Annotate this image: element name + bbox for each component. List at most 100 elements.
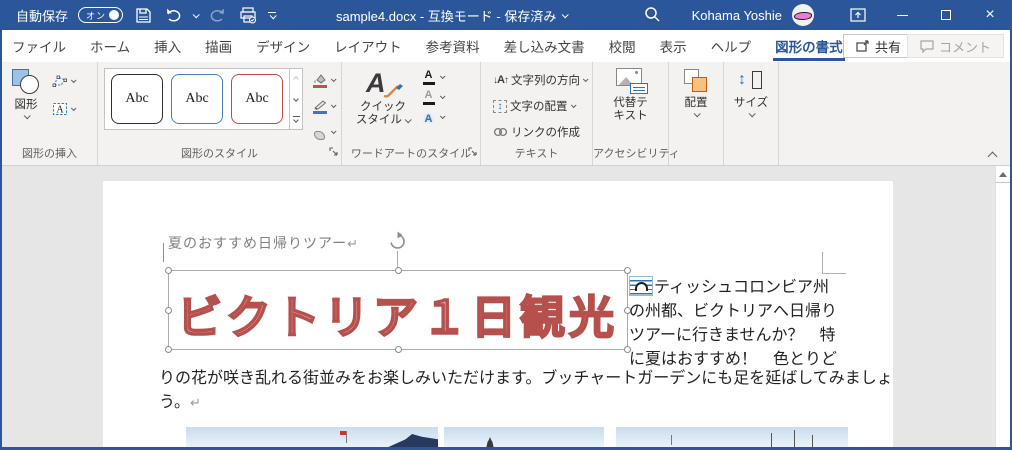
- building-detail: [384, 434, 438, 447]
- resize-handle-sw[interactable]: [165, 346, 172, 353]
- toggle-knob-icon: [109, 10, 120, 20]
- gallery-down-icon[interactable]: [290, 89, 302, 109]
- tab-draw[interactable]: 描画: [193, 30, 244, 62]
- flag-detail: [340, 431, 346, 435]
- wrap-line-3: ツアーに行きませんか？ 特: [629, 327, 836, 344]
- inline-picture-icon[interactable]: [629, 276, 653, 296]
- ribbon-tab-row: ファイル ホーム 挿入 描画 デザイン レイアウト 参考資料 差し込み文書 校閲…: [0, 30, 1012, 62]
- draw-text-box-button[interactable]: A: [50, 98, 77, 120]
- ribbon-display-options-icon[interactable]: [836, 0, 880, 30]
- title-bar: 自動保存 オン sample4.docx - 互換モード - 保存済み Koha…: [0, 0, 1012, 30]
- save-icon[interactable]: [133, 5, 153, 25]
- tab-layout[interactable]: レイアウト: [322, 30, 414, 62]
- group-wordart-styles: A クイック スタイル A A A ワードアートのスタイル: [342, 62, 481, 165]
- window-border-left: [0, 30, 2, 450]
- photo-victoria-3[interactable]: [616, 427, 848, 447]
- create-link-label: リンクの作成: [511, 127, 580, 139]
- ribbon: 図形 A 図形の挿入 Abc Abc Abc 図形のスタイル A クイック スタ…: [2, 62, 1010, 166]
- shape-style-red[interactable]: Abc: [231, 74, 283, 124]
- close-button[interactable]: ×: [968, 0, 1012, 30]
- shape-effects-button[interactable]: [309, 121, 337, 143]
- shape-style-gallery: Abc Abc Abc: [104, 68, 303, 130]
- text-fill-button[interactable]: A: [420, 68, 446, 86]
- alt-text-label: 代替テキスト: [613, 97, 648, 122]
- full-line-1: りの花が咲き乱れる街並みをお楽しみいただけます。ブッチャートガーデンにも足を延ば…: [159, 370, 893, 387]
- body-paragraph-wrapped[interactable]: ティッシュコロンビア州 の州都、ビクトリアへ日帰り ツアーに行きませんか？ 特 …: [629, 276, 859, 372]
- undo-icon[interactable]: [163, 5, 183, 25]
- gallery-up-icon[interactable]: [290, 69, 302, 89]
- vertical-scrollbar[interactable]: [995, 166, 1010, 447]
- minimize-button[interactable]: [880, 0, 924, 30]
- text-direction-label: 文字列の方向: [510, 75, 580, 87]
- shape-style-black[interactable]: Abc: [111, 74, 163, 124]
- shape-style-blue[interactable]: Abc: [171, 74, 223, 124]
- size-icon: ↕: [738, 68, 764, 94]
- text-effects-button[interactable]: A: [420, 108, 446, 126]
- photo-victoria-2[interactable]: [444, 427, 604, 447]
- wordart-selection-box[interactable]: ビクトリア１日観光: [165, 267, 631, 353]
- tab-file[interactable]: ファイル: [0, 30, 78, 62]
- quick-styles-button[interactable]: A クイック スタイル: [354, 66, 412, 127]
- link-icon: [493, 127, 508, 137]
- share-icon: [856, 40, 869, 52]
- tab-references[interactable]: 参考資料: [414, 30, 492, 62]
- paragraph-heading[interactable]: 夏のおすすめ日帰りツアー↵: [168, 233, 359, 253]
- avatar[interactable]: [792, 4, 814, 26]
- maximize-button[interactable]: [924, 0, 968, 30]
- search-icon[interactable]: [643, 5, 661, 26]
- resize-handle-s[interactable]: [395, 346, 402, 353]
- quick-styles-label-1: クイック: [359, 101, 406, 113]
- page[interactable]: 夏のおすすめ日帰りツアー↵ ビクトリア１日観光 ティッシュコロンビア州 の州都、…: [103, 181, 893, 447]
- scroll-up-button[interactable]: [996, 166, 1010, 183]
- tab-insert[interactable]: 挿入: [142, 30, 193, 62]
- shape-effects-icon: [311, 124, 328, 140]
- rotation-handle-icon[interactable]: [387, 231, 408, 257]
- tab-view[interactable]: 表示: [648, 30, 699, 62]
- tab-help[interactable]: ヘルプ: [699, 30, 764, 62]
- quick-access-overflow-icon[interactable]: [268, 11, 277, 19]
- resize-handle-n[interactable]: [395, 267, 402, 274]
- shape-fill-button[interactable]: [309, 69, 337, 91]
- tab-design[interactable]: デザイン: [244, 30, 322, 62]
- body-paragraph-full[interactable]: りの花が咲き乱れる街並みをお楽しみいただけます。ブッチャートガーデンにも足を延ば…: [159, 367, 893, 415]
- tab-review[interactable]: 校閲: [597, 30, 648, 62]
- shape-fill-icon: [311, 72, 328, 88]
- shape-styles-dialog-launcher-icon[interactable]: [329, 144, 339, 162]
- wordart-text[interactable]: ビクトリア１日観光: [176, 281, 621, 346]
- svg-text:A: A: [56, 105, 64, 116]
- title-dropdown-icon[interactable]: [561, 10, 570, 18]
- size-button[interactable]: ↕ サイズ: [729, 66, 773, 118]
- group-label-size: [724, 146, 778, 165]
- autosave-toggle[interactable]: オン: [78, 7, 124, 23]
- wrap-line-2: の州都、ビクトリアへ日帰り: [629, 303, 838, 320]
- arrange-button[interactable]: 配置: [674, 66, 718, 118]
- alt-text-button[interactable]: 代替テキスト: [604, 66, 658, 123]
- resize-handle-w[interactable]: [165, 307, 172, 314]
- user-name[interactable]: Kohama Yoshie: [692, 8, 782, 23]
- create-link-button[interactable]: リンクの作成: [491, 121, 589, 143]
- group-label-arrange: [669, 146, 723, 165]
- shape-outline-button[interactable]: [309, 95, 337, 117]
- comment-icon: [920, 39, 934, 53]
- print-icon[interactable]: [238, 5, 258, 25]
- share-button[interactable]: 共有: [842, 34, 914, 58]
- align-text-button[interactable]: ↕ 文字の配置: [491, 95, 589, 117]
- gallery-more-icon[interactable]: [290, 109, 302, 129]
- text-outline-button[interactable]: A: [420, 88, 446, 106]
- resize-handle-nw[interactable]: [165, 267, 172, 274]
- tab-shape-format[interactable]: 図形の書式: [763, 30, 855, 62]
- edit-shape-button[interactable]: [50, 70, 77, 92]
- resize-handle-ne[interactable]: [624, 267, 631, 274]
- scroll-up-icon: [999, 171, 1007, 177]
- autosave-state: オン: [86, 10, 107, 21]
- undo-dropdown-icon[interactable]: [192, 10, 200, 18]
- wordart-dialog-launcher-icon[interactable]: [468, 144, 478, 162]
- tab-mailings[interactable]: 差し込み文書: [492, 30, 597, 62]
- mast-detail: [812, 435, 813, 447]
- tab-home[interactable]: ホーム: [78, 30, 142, 62]
- text-direction-button[interactable]: ↓A↑ 文字列の方向: [491, 69, 589, 91]
- comments-button[interactable]: コメント: [906, 34, 1004, 58]
- window-title: sample4.docx - 互換モード - 保存済み: [336, 0, 570, 30]
- insert-shape-button[interactable]: 図形: [2, 66, 50, 120]
- photo-victoria-1[interactable]: [186, 427, 438, 447]
